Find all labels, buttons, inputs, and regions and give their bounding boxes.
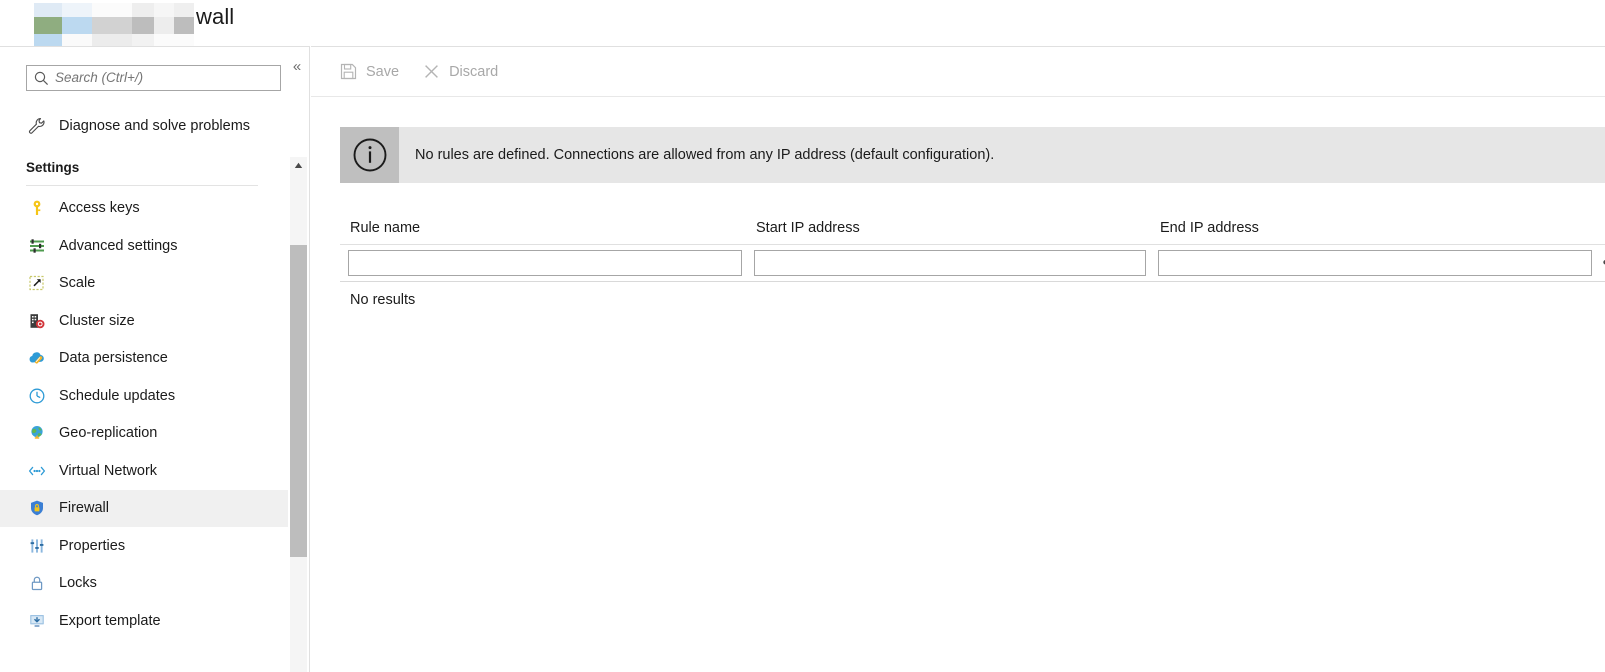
close-x-icon xyxy=(421,62,441,82)
save-disk-icon xyxy=(338,62,358,82)
empty-state-text: No results xyxy=(350,292,415,308)
sidebar-item-label: Geo-replication xyxy=(59,425,157,441)
sidebar-item-data-persistence[interactable]: Data persistence xyxy=(0,340,288,378)
table-header-row: Rule name Start IP address End IP addres… xyxy=(340,211,1605,245)
search-input[interactable]: Search (Ctrl+/) xyxy=(26,65,281,91)
content-area: Save Discard No rules are defined. Conne… xyxy=(311,46,1605,672)
export-template-icon xyxy=(26,610,48,632)
info-circle-icon xyxy=(340,127,399,183)
cell-start-ip xyxy=(746,250,1150,276)
discard-button-label: Discard xyxy=(449,64,498,80)
key-icon xyxy=(26,197,48,219)
discard-button[interactable]: Discard xyxy=(421,56,498,88)
sidebar-item-firewall[interactable]: Firewall xyxy=(0,490,288,528)
cell-rule-name xyxy=(340,250,746,276)
window-titlebar: wall xyxy=(0,0,1605,46)
search-icon xyxy=(33,70,50,87)
sliders-icon xyxy=(26,235,48,257)
sidebar-item-label: Firewall xyxy=(59,500,109,516)
sidebar-section-settings: Settings xyxy=(0,145,288,182)
column-header-start-ip: Start IP address xyxy=(746,220,1150,236)
column-header-rule-name: Rule name xyxy=(340,220,746,236)
globe-icon xyxy=(26,422,48,444)
sidebar-item-access-keys[interactable]: Access keys xyxy=(0,190,288,228)
sidebar-item-label: Diagnose and solve problems xyxy=(59,118,250,134)
firewall-rules-table: Rule name Start IP address End IP addres… xyxy=(340,211,1605,282)
sidebar-item-label: Schedule updates xyxy=(59,388,175,404)
cloud-save-icon xyxy=(26,347,48,369)
clock-icon xyxy=(26,385,48,407)
sidebar-item-diagnose[interactable]: Diagnose and solve problems xyxy=(0,107,288,145)
save-button-label: Save xyxy=(366,64,399,80)
cell-end-ip xyxy=(1150,250,1596,276)
sidebar-item-label: Virtual Network xyxy=(59,463,157,479)
sidebar-item-advanced-settings[interactable]: Advanced settings xyxy=(0,227,288,265)
cell-more-actions: ••• xyxy=(1596,258,1605,268)
sidebar-item-geo-replication[interactable]: Geo-replication xyxy=(0,415,288,453)
info-banner-message: No rules are defined. Connections are al… xyxy=(399,127,1605,183)
end-ip-input[interactable] xyxy=(1158,250,1592,276)
sidebar-item-label: Scale xyxy=(59,275,95,291)
sidebar-scrollbar-thumb[interactable] xyxy=(290,245,307,557)
sidebar-item-locks[interactable]: Locks xyxy=(0,565,288,603)
padlock-icon xyxy=(26,572,48,594)
column-header-end-ip: End IP address xyxy=(1150,220,1605,236)
sidebar-item-label: Cluster size xyxy=(59,313,135,329)
info-banner: No rules are defined. Connections are al… xyxy=(340,127,1605,183)
sidebar-item-scale[interactable]: Scale xyxy=(0,265,288,303)
start-ip-input[interactable] xyxy=(754,250,1146,276)
scale-arrow-icon xyxy=(26,272,48,294)
sidebar-item-schedule-updates[interactable]: Schedule updates xyxy=(0,377,288,415)
sidebar-item-label: Export template xyxy=(59,613,161,629)
sidebar-item-label: Access keys xyxy=(59,200,140,216)
sidebar-item-virtual-network[interactable]: Virtual Network xyxy=(0,452,288,490)
sidebar-item-label: Advanced settings xyxy=(59,238,178,254)
triangle-up-icon[interactable] xyxy=(290,157,307,174)
search-placeholder: Search (Ctrl+/) xyxy=(55,66,143,90)
redacted-title-block xyxy=(34,3,194,47)
sidebar-item-label: Properties xyxy=(59,538,125,554)
sidebar-item-label: Locks xyxy=(59,575,97,591)
wrench-icon xyxy=(26,115,48,137)
cluster-icon xyxy=(26,310,48,332)
rule-name-input[interactable] xyxy=(348,250,742,276)
command-toolbar: Save Discard xyxy=(311,47,1605,97)
search-container: Search (Ctrl+/) xyxy=(26,65,281,91)
virtual-network-icon xyxy=(26,460,48,482)
shield-lock-icon xyxy=(26,497,48,519)
table-row: ••• xyxy=(340,245,1605,282)
sidebar-nav-list: Diagnose and solve problems Settings Acc… xyxy=(0,107,288,640)
chevron-double-left-icon[interactable]: « xyxy=(287,57,307,77)
sidebar-section-label: Settings xyxy=(26,160,79,175)
sidebar-item-properties[interactable]: Properties xyxy=(0,527,288,565)
save-button[interactable]: Save xyxy=(338,56,399,88)
sidebar-scroll-region: Diagnose and solve problems Settings Acc… xyxy=(0,107,310,672)
sidebar-item-export-template[interactable]: Export template xyxy=(0,602,288,640)
sidebar-item-label: Data persistence xyxy=(59,350,168,366)
sidebar-divider xyxy=(26,185,258,186)
page-title: wall xyxy=(196,4,234,30)
sidebar: Search (Ctrl+/) « Diagnose and solve pro… xyxy=(0,46,310,672)
properties-icon xyxy=(26,535,48,557)
sidebar-item-cluster-size[interactable]: Cluster size xyxy=(0,302,288,340)
